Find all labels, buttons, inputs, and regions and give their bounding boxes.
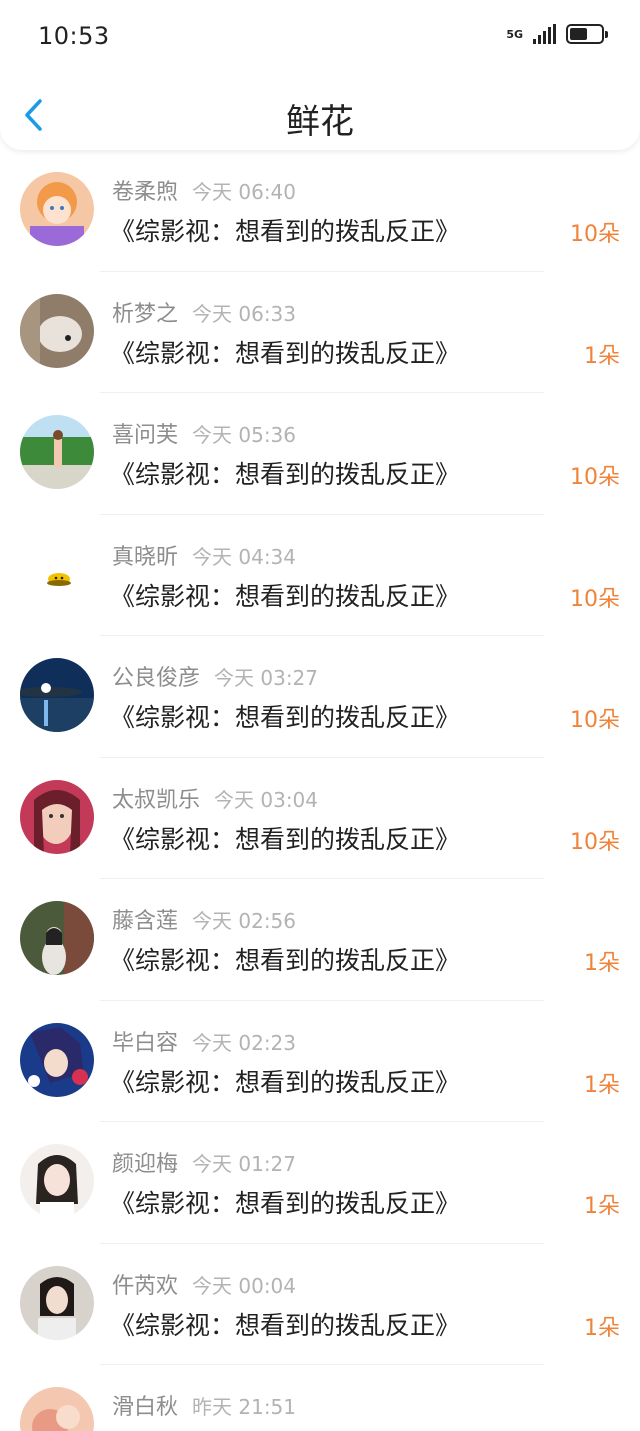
network-type: 5G: [506, 27, 523, 41]
sender-name: 公良俊彦 今天 03:27: [112, 660, 318, 692]
flower-count: 1朵: [584, 951, 620, 976]
book-title: 《综影视：想看到的拨乱反正》: [110, 1067, 461, 1097]
sender-name-text: 毕白容: [112, 1030, 179, 1056]
avatar[interactable]: [20, 172, 94, 246]
sender-name: 仵芮欢 今天 00:04: [112, 1268, 296, 1300]
send-time: 今天 06:33: [192, 301, 297, 326]
book-title: 《综影视：想看到的拨乱反正》: [110, 338, 461, 368]
flower-count: 1朵: [584, 343, 620, 369]
list-item[interactable]: 卷柔煦 今天 06:40 《综影视：想看到的拨乱反正》 10朵: [0, 150, 640, 272]
avatar[interactable]: [20, 779, 94, 854]
avatar[interactable]: [20, 901, 94, 975]
send-time: 今天 04:34: [192, 544, 297, 569]
list-item[interactable]: 仵芮欢 今天 00:04 《综影视：想看到的拨乱反正》 1朵: [0, 1244, 640, 1366]
status-icons: 5G: [506, 24, 608, 44]
flower-list: 卷柔煦 今天 06:40 《综影视：想看到的拨乱反正》 10朵 析梦之 今天 06:…: [0, 150, 640, 1431]
flower-count: 1朵: [584, 1194, 620, 1219]
flower-count: 10朵: [570, 465, 620, 490]
avatar[interactable]: [20, 1387, 94, 1431]
page-title: 鲜花: [286, 102, 354, 142]
header-bar: 10:53 5G 鲜花: [0, 0, 640, 150]
book-title: 《综影视：想看到的拨乱反正》: [110, 824, 461, 854]
sender-name: 藤含莲 今天 02:56: [112, 903, 296, 935]
send-time: 昨天 21:51: [192, 1395, 297, 1419]
avatar[interactable]: [20, 1265, 94, 1340]
send-time: 今天 03:04: [214, 787, 319, 812]
sender-name: 喜问芙 今天 05:36: [112, 417, 296, 449]
send-time: 今天 02:56: [192, 909, 297, 933]
sender-name-text: 藤含莲: [112, 909, 179, 934]
sender-name: 析梦之 今天 06:33: [112, 296, 296, 328]
signal-icon: [533, 24, 556, 44]
send-time: 今天 01:27: [192, 1152, 297, 1176]
flower-count: 10朵: [570, 586, 620, 612]
sender-name-text: 滑白秋: [112, 1395, 179, 1420]
sender-name: 毕白容 今天 02:23: [112, 1025, 296, 1057]
send-time: 今天 03:27: [214, 666, 319, 690]
sender-name-text: 真晓昕: [112, 544, 179, 570]
flower-count: 10朵: [570, 708, 620, 733]
book-title: 《综影视：想看到的拨乱反正》: [110, 581, 461, 611]
list-item[interactable]: 喜问芙 今天 05:36 《综影视：想看到的拨乱反正》 10朵: [0, 393, 640, 515]
flower-count: 10朵: [570, 829, 620, 855]
list-item[interactable]: 毕白容 今天 02:23 《综影视：想看到的拨乱反正》 1朵: [0, 1001, 640, 1123]
book-title: 《综影视：想看到的拨乱反正》: [110, 217, 461, 246]
sender-name-text: 卷柔煦: [112, 180, 179, 205]
list-item[interactable]: 析梦之 今天 06:33 《综影视：想看到的拨乱反正》 1朵: [0, 272, 640, 394]
sender-name-text: 太叔凯乐: [112, 787, 201, 813]
sender-name: 颜迎梅 今天 01:27: [112, 1146, 296, 1178]
sender-name: 真晓昕 今天 04:34: [112, 539, 296, 571]
sender-name-text: 仵芮欢: [112, 1273, 179, 1299]
avatar[interactable]: [20, 536, 94, 611]
send-time: 今天 00:04: [192, 1273, 297, 1298]
avatar[interactable]: [20, 658, 94, 732]
list-item[interactable]: 公良俊彦 今天 03:27 《综影视：想看到的拨乱反正》 10朵: [0, 636, 640, 758]
sender-name-text: 析梦之: [112, 301, 179, 327]
flower-count: 10朵: [570, 222, 620, 247]
flower-count: 1朵: [584, 1072, 620, 1098]
avatar[interactable]: [20, 1022, 94, 1097]
battery-icon: [566, 24, 608, 44]
send-time: 今天 02:23: [192, 1030, 297, 1055]
flower-count: 1朵: [584, 1315, 620, 1341]
sender-name-text: 颜迎梅: [112, 1152, 179, 1177]
avatar[interactable]: [20, 415, 94, 489]
send-time: 今天 05:36: [192, 423, 297, 447]
avatar[interactable]: [20, 293, 94, 368]
book-title: 《综影视：想看到的拨乱反正》: [110, 1310, 461, 1340]
list-item[interactable]: 真晓昕 今天 04:34 《综影视：想看到的拨乱反正》 10朵: [0, 515, 640, 637]
list-item[interactable]: 藤含莲 今天 02:56 《综影视：想看到的拨乱反正》 1朵: [0, 879, 640, 1001]
status-time: 10:53: [38, 22, 110, 50]
book-title: 《综影视：想看到的拨乱反正》: [110, 703, 461, 732]
send-time: 今天 06:40: [192, 180, 297, 204]
sender-name-text: 喜问芙: [112, 423, 179, 448]
avatar[interactable]: [20, 1144, 94, 1218]
list-item[interactable]: 滑白秋 昨天 21:51: [0, 1365, 640, 1431]
book-title: 《综影视：想看到的拨乱反正》: [110, 460, 461, 489]
sender-name: 太叔凯乐 今天 03:04: [112, 782, 318, 814]
sender-name: 卷柔煦 今天 06:40: [112, 174, 296, 206]
book-title: 《综影视：想看到的拨乱反正》: [110, 946, 461, 975]
book-title: 《综影视：想看到的拨乱反正》: [110, 1189, 461, 1218]
list-item[interactable]: 太叔凯乐 今天 03:04 《综影视：想看到的拨乱反正》 10朵: [0, 758, 640, 880]
sender-name-text: 公良俊彦: [112, 666, 201, 691]
list-item[interactable]: 颜迎梅 今天 01:27 《综影视：想看到的拨乱反正》 1朵: [0, 1122, 640, 1244]
sender-name: 滑白秋 昨天 21:51: [112, 1389, 296, 1421]
